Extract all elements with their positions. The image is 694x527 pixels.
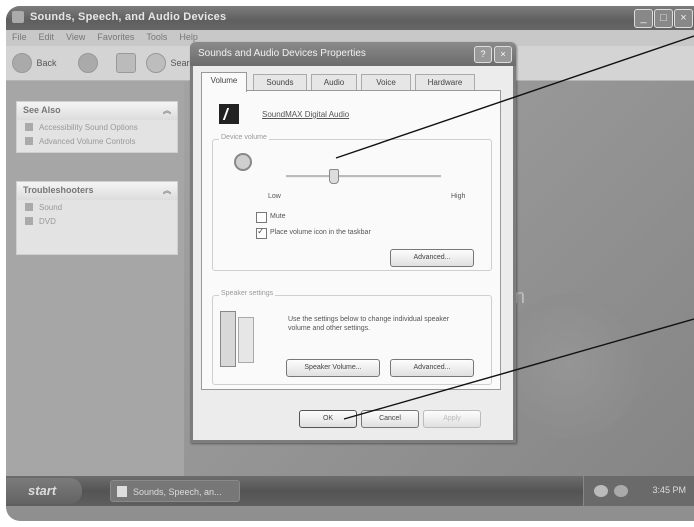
- desktop-screen: Sounds, Speech, and Audio Devices _ □ × …: [6, 6, 694, 521]
- callout-line-slider: [335, 35, 694, 159]
- callout-line-ok: [343, 318, 694, 420]
- callout-lines: [335, 35, 694, 420]
- tab-volume[interactable]: Volume: [201, 72, 247, 92]
